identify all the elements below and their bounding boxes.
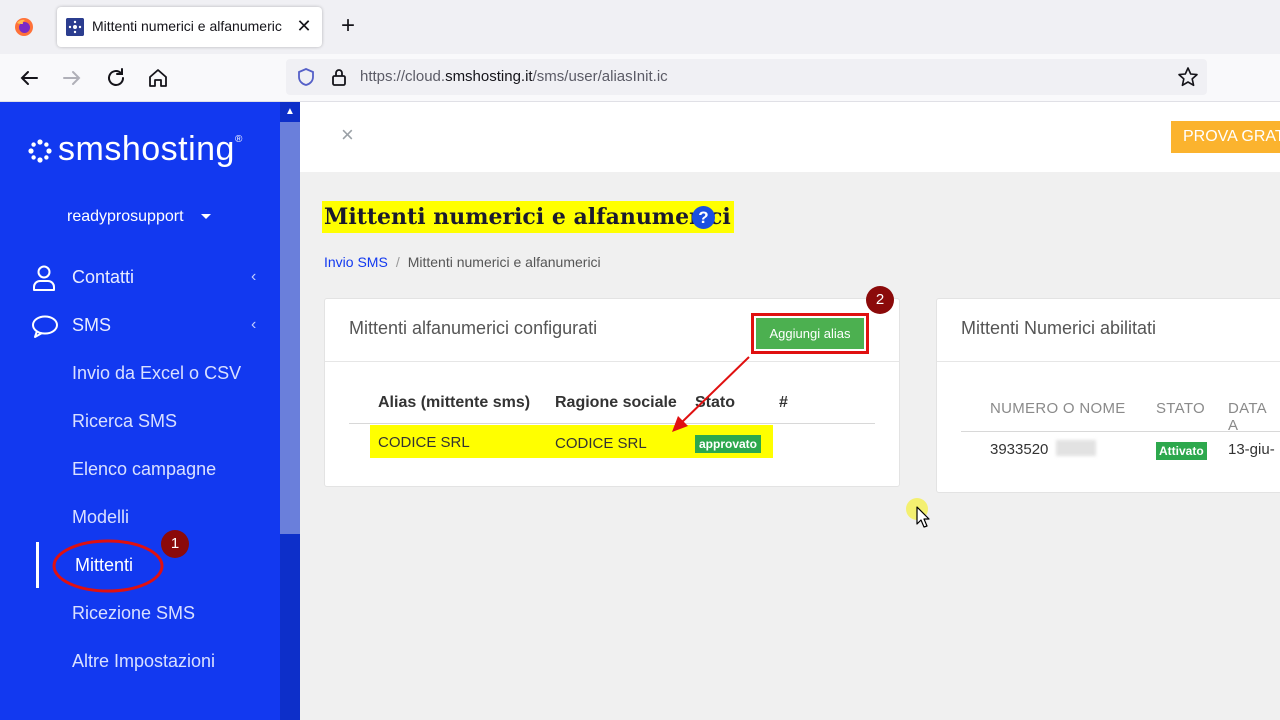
status-badge: Attivato <box>1156 442 1207 460</box>
mouse-cursor-icon <box>916 506 930 528</box>
ragione-sociale-cell: CODICE SRL <box>555 435 647 452</box>
card-divider <box>937 361 1280 362</box>
redacted-digits <box>1056 440 1096 456</box>
scroll-up-icon[interactable]: ▲ <box>280 102 300 122</box>
sidebar-sub-modelli[interactable]: Modelli <box>72 507 129 528</box>
tab-title: Mittenti numerici e alfanumeric <box>92 18 282 34</box>
browser-tab-bar: Mittenti numerici e alfanumeric ✕ + <box>0 0 1280 54</box>
chevron-left-icon[interactable]: ‹ <box>251 316 256 334</box>
chat-bubble-icon <box>32 315 58 338</box>
numerici-card-title: Mittenti Numerici abilitati <box>961 318 1157 338</box>
chevron-left-icon[interactable]: ‹ <box>251 268 256 286</box>
forward-icon[interactable] <box>60 66 84 90</box>
url-bar[interactable]: https://cloud.smshosting.it/sms/user/ali… <box>286 59 1207 95</box>
sidebar-item-contatti[interactable]: Contatti <box>72 267 134 288</box>
sidebar-sub-invio-excel[interactable]: Invio da Excel o CSV <box>72 363 241 384</box>
close-icon[interactable]: × <box>341 122 354 148</box>
card-divider <box>325 361 899 362</box>
browser-nav-bar: https://cloud.smshosting.it/sms/user/ali… <box>0 54 1280 102</box>
numero-cell: 3933520 <box>990 441 1049 458</box>
tab-close-icon[interactable]: ✕ <box>294 16 314 36</box>
annotation-ellipse <box>52 539 164 593</box>
new-tab-icon[interactable]: + <box>337 14 359 38</box>
column-header-data: DATA A <box>1228 400 1267 434</box>
firefox-icon[interactable] <box>14 17 34 37</box>
column-header-hash: # <box>779 394 788 411</box>
breadcrumb-separator: / <box>395 254 400 270</box>
user-icon <box>33 265 55 291</box>
breadcrumb-invio-sms[interactable]: Invio SMS <box>324 254 388 270</box>
sidebar-sub-elenco-campagne[interactable]: Elenco campagne <box>72 459 216 480</box>
table-header-divider <box>961 431 1280 432</box>
alfanumerici-card-title: Mittenti alfanumerici configurati <box>349 318 598 338</box>
column-header-alias: Alias (mittente sms) <box>378 394 531 411</box>
active-indicator <box>36 542 39 588</box>
smshosting-favicon-icon <box>66 18 84 36</box>
column-header-ragione-sociale: Ragione sociale <box>555 394 677 411</box>
sidebar-scrollbar-thumb[interactable] <box>280 122 300 534</box>
help-icon[interactable]: ? <box>692 206 715 229</box>
annotation-step-1: 1 <box>161 530 189 558</box>
sidebar-sub-ricezione-sms[interactable]: Ricezione SMS <box>72 603 195 624</box>
back-icon[interactable] <box>17 66 41 90</box>
prova-gratis-button[interactable]: PROVA GRATIS <box>1171 121 1280 153</box>
url-text[interactable]: https://cloud.smshosting.it/sms/user/ali… <box>360 68 668 85</box>
sidebar-sub-altre-impostazioni[interactable]: Altre Impostazioni <box>72 651 215 672</box>
annotation-arrow <box>672 356 750 432</box>
smshosting-logo-icon <box>28 139 52 163</box>
sidebar-sub-ricerca-sms[interactable]: Ricerca SMS <box>72 411 177 432</box>
reload-icon[interactable] <box>104 66 128 90</box>
home-icon[interactable] <box>146 66 170 90</box>
active-tab[interactable]: Mittenti numerici e alfanumeric ✕ <box>57 7 322 47</box>
column-header-stato: STATO <box>1156 400 1206 417</box>
page-title: Mittenti numerici e alfanumerici <box>322 201 734 233</box>
data-cell: 13-giu- <box>1228 441 1275 458</box>
shield-icon[interactable] <box>296 67 316 87</box>
status-badge: approvato <box>695 435 762 453</box>
caret-down-icon[interactable] <box>201 214 211 219</box>
alias-cell: CODICE SRL <box>378 434 470 451</box>
annotation-step-2: 2 <box>866 286 894 314</box>
brand-logo[interactable]: smshosting® <box>58 130 243 169</box>
bookmark-star-icon[interactable] <box>1177 66 1199 88</box>
table-header-divider <box>349 423 875 424</box>
annotation-button-outline <box>751 313 869 354</box>
column-header-numero: NUMERO O NOME <box>990 400 1126 417</box>
sidebar-item-sms[interactable]: SMS <box>72 315 111 336</box>
top-bar <box>300 102 1280 172</box>
user-menu[interactable]: readyprosupport <box>67 208 184 226</box>
breadcrumb: Invio SMS / Mittenti numerici e alfanumeri… <box>324 254 601 270</box>
breadcrumb-current: Mittenti numerici e alfanumerici <box>407 254 601 270</box>
lock-icon[interactable] <box>329 67 349 87</box>
